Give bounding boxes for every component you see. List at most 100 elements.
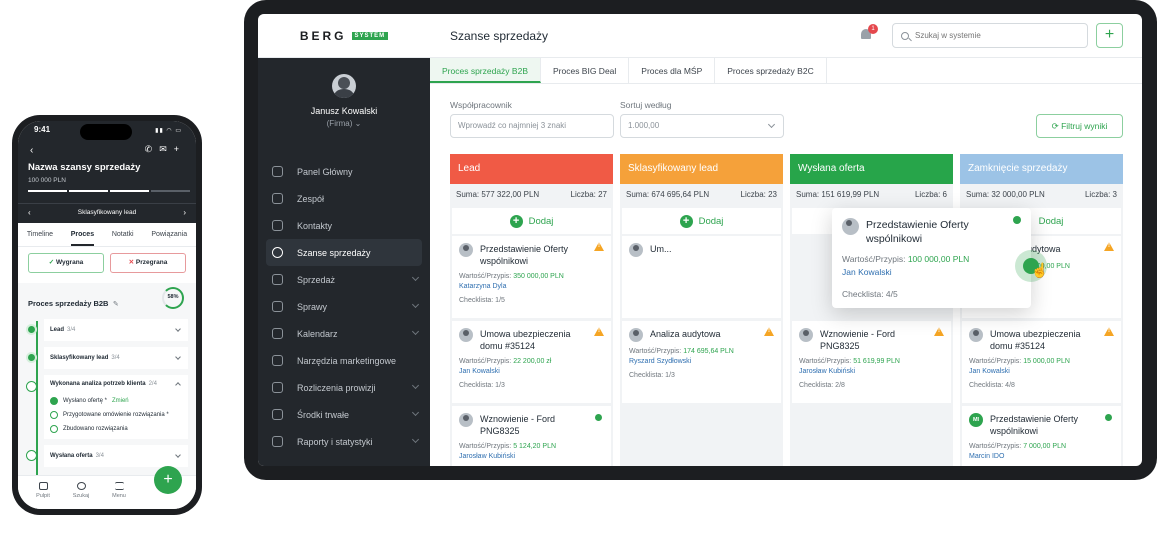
column-count: Liczba: 23: [740, 190, 777, 199]
won-button[interactable]: ✓ Wygrana: [28, 253, 104, 273]
process-tab[interactable]: Proces BIG Deal: [541, 58, 630, 83]
plus-icon[interactable]: +: [174, 144, 186, 154]
deal-owner[interactable]: Marcin IDO: [969, 453, 1115, 460]
mail-icon[interactable]: ✉: [159, 144, 174, 154]
tab-timeline[interactable]: Timeline: [27, 223, 53, 246]
stage-switcher[interactable]: ‹ Sklasyfikowany lead ›: [18, 203, 196, 223]
process-tab[interactable]: Proces sprzedaży B2C: [715, 58, 827, 83]
nav-dashboard[interactable]: Pulpit: [28, 482, 58, 499]
sidebar-item[interactable]: Panel Główny: [258, 158, 430, 185]
sidebar-item[interactable]: Rozliczenia prowizji: [258, 374, 430, 401]
step-label: Wykonana analiza potrzeb klienta: [50, 381, 146, 387]
kanban-column: Zamknięcie sprzedaży Suma: 32 000,00 PLN L…: [960, 154, 1123, 466]
sidebar-item[interactable]: Narzędzia marketingowe: [258, 347, 430, 374]
phone-icon[interactable]: ✆: [145, 144, 160, 154]
process-tab[interactable]: Proces sprzedaży B2B: [430, 58, 541, 83]
deal-card[interactable]: Um...: [622, 236, 781, 318]
tab-links[interactable]: Powiązania: [151, 223, 187, 246]
sidebar-item[interactable]: Kontakty: [258, 212, 430, 239]
sidebar-item-label: Panel Główny: [297, 166, 353, 177]
step-row[interactable]: Wysłana oferta 3/4: [26, 445, 188, 467]
tab-notes[interactable]: Notatki: [112, 223, 134, 246]
deal-checklist: Checklista: 4/8: [969, 382, 1015, 389]
add-fab-button[interactable]: +: [154, 466, 182, 494]
deal-owner[interactable]: Katarzyna Dyla: [459, 283, 605, 290]
change-link[interactable]: Zmień: [112, 397, 129, 405]
deal-card[interactable]: Umowa ubezpieczenia domu #35124 Wartość/P…: [962, 321, 1121, 403]
sidebar-item[interactable]: Środki trwałe: [258, 401, 430, 428]
popup-value-amount: 100 000,00 PLN: [907, 254, 970, 264]
deal-value: Wartość/Przypis: 22 200,00 zł: [459, 358, 605, 365]
add-deal-button[interactable]: + Dodaj: [452, 208, 611, 234]
sidebar-item[interactable]: Raporty i statystyki: [258, 428, 430, 455]
lost-button[interactable]: ✕ Przegrana: [110, 253, 186, 273]
deal-owner[interactable]: Jarosław Kubiński: [459, 453, 605, 460]
user-profile[interactable]: Janusz Kowalski (Firma) ⌄: [258, 58, 430, 158]
dragged-deal-card[interactable]: Przedstawienie Oferty wspólnikowi Wartoś…: [832, 208, 1031, 308]
popup-person[interactable]: Jan Kowalski: [842, 267, 1021, 277]
chevron-right-icon[interactable]: ›: [183, 204, 186, 222]
sidebar-item[interactable]: Sprawy: [258, 293, 430, 320]
step-row[interactable]: Wykonana analiza potrzeb klienta 2/4: [50, 377, 182, 391]
add-button[interactable]: +: [1096, 23, 1123, 48]
deal-value-amount: 350 000,00 PLN: [513, 273, 564, 280]
tab-process[interactable]: Proces: [70, 223, 95, 246]
column-stats: Suma: 577 322,00 PLN Liczba: 27: [450, 184, 613, 206]
deal-card[interactable]: Umowa ubezpieczenia domu #35124 Wartość/P…: [452, 321, 611, 403]
subtask[interactable]: Przygotowane omówienie rozwiązania *: [50, 411, 182, 419]
deal-card[interactable]: Wznowienie - Ford PNG8325 Wartość/Przypis…: [792, 321, 951, 403]
sidebar-item[interactable]: Szanse sprzedaży: [266, 239, 422, 266]
process-tabs: Proces sprzedaży B2B Proces BIG Deal Proce…: [430, 58, 1142, 84]
step-row[interactable]: Lead 3/4: [26, 319, 188, 341]
add-deal-button[interactable]: + Dodaj: [622, 208, 781, 234]
sort-select[interactable]: 1.000,00: [620, 114, 784, 138]
nav-search[interactable]: Szukaj: [66, 482, 96, 499]
checkbox[interactable]: [50, 425, 58, 433]
phone-time: 9:41: [34, 125, 51, 134]
plus-icon: +: [679, 214, 693, 228]
bell-icon[interactable]: 1: [860, 24, 878, 41]
subtask[interactable]: Zbudowano rozwiązania: [50, 425, 182, 433]
nav-menu[interactable]: Menu: [104, 482, 134, 499]
deal-value: Wartość/Przypis: 5 124,20 PLN: [459, 443, 605, 450]
chevron-left-icon[interactable]: ‹: [28, 204, 31, 222]
kanban-column: Sklasyfikowany lead Suma: 674 695,64 PLN L…: [620, 154, 783, 466]
progress-seg: [28, 190, 67, 192]
deal-owner[interactable]: Ryszard Szydłowski: [629, 358, 775, 365]
deal-title: Wznowienie - Ford PNG8325: [480, 414, 556, 436]
kanban-column: Wysłana oferta Suma: 151 619,99 PLN Liczba…: [790, 154, 953, 466]
nav-label: Menu: [112, 493, 126, 499]
sidebar-item-label: Szanse sprzedaży: [297, 247, 371, 258]
back-icon[interactable]: ‹: [30, 145, 33, 156]
column-count: Liczba: 27: [570, 190, 607, 199]
process-tab[interactable]: Proces dla MŚP: [629, 58, 716, 83]
deal-header: Wznowienie - Ford PNG8325: [459, 413, 605, 437]
deal-owner[interactable]: Jarosław Kubiński: [799, 368, 945, 375]
deal-card[interactable]: Przedstawienie Oferty wspólnikowi Wartość…: [452, 236, 611, 318]
sidebar-item[interactable]: Zespół: [258, 185, 430, 212]
deal-card[interactable]: MI Przedstawienie Oferty wspólnikowi Warto…: [962, 406, 1121, 466]
subtask[interactable]: Wysłano ofertę * Zmień: [50, 397, 182, 405]
chart-icon: [272, 436, 283, 447]
checkbox[interactable]: [50, 411, 58, 419]
checkbox[interactable]: [50, 397, 58, 405]
sidebar-item[interactable]: Sprzedaż: [258, 266, 430, 293]
edit-icon[interactable]: ✎: [113, 301, 119, 308]
add-deal-label: Dodaj: [1038, 215, 1064, 227]
search-input[interactable]: [915, 31, 1065, 40]
column-body: + Dodaj Um... Analiza audytowa Wartość/Przyp…: [620, 206, 783, 466]
deal-card[interactable]: Wznowienie - Ford PNG8325 Wartość/Przypis…: [452, 406, 611, 466]
coworker-field[interactable]: Wprowadź co najmniej 3 znaki: [450, 114, 614, 138]
deal-header: Umowa ubezpieczenia domu #35124: [969, 328, 1115, 352]
deal-owner[interactable]: Jan Kowalski: [969, 368, 1115, 375]
deal-title: Nazwa szansy sprzedaży: [28, 162, 141, 173]
chevron-up-icon: [175, 382, 181, 388]
deal-owner[interactable]: Jan Kowalski: [459, 368, 605, 375]
search-box[interactable]: [892, 23, 1088, 48]
filter-results-button[interactable]: ⟳ Filtruj wyniki: [1036, 114, 1123, 138]
sidebar-item-label: Sprzedaż: [297, 274, 336, 285]
brand-logo[interactable]: BERG SYSTEM: [258, 14, 430, 58]
deal-card[interactable]: Analiza audytowa Wartość/Przypis: 174 695…: [622, 321, 781, 403]
sidebar-item[interactable]: Kalendarz: [258, 320, 430, 347]
step-row[interactable]: Sklasyfikowany lead 3/4: [26, 347, 188, 369]
